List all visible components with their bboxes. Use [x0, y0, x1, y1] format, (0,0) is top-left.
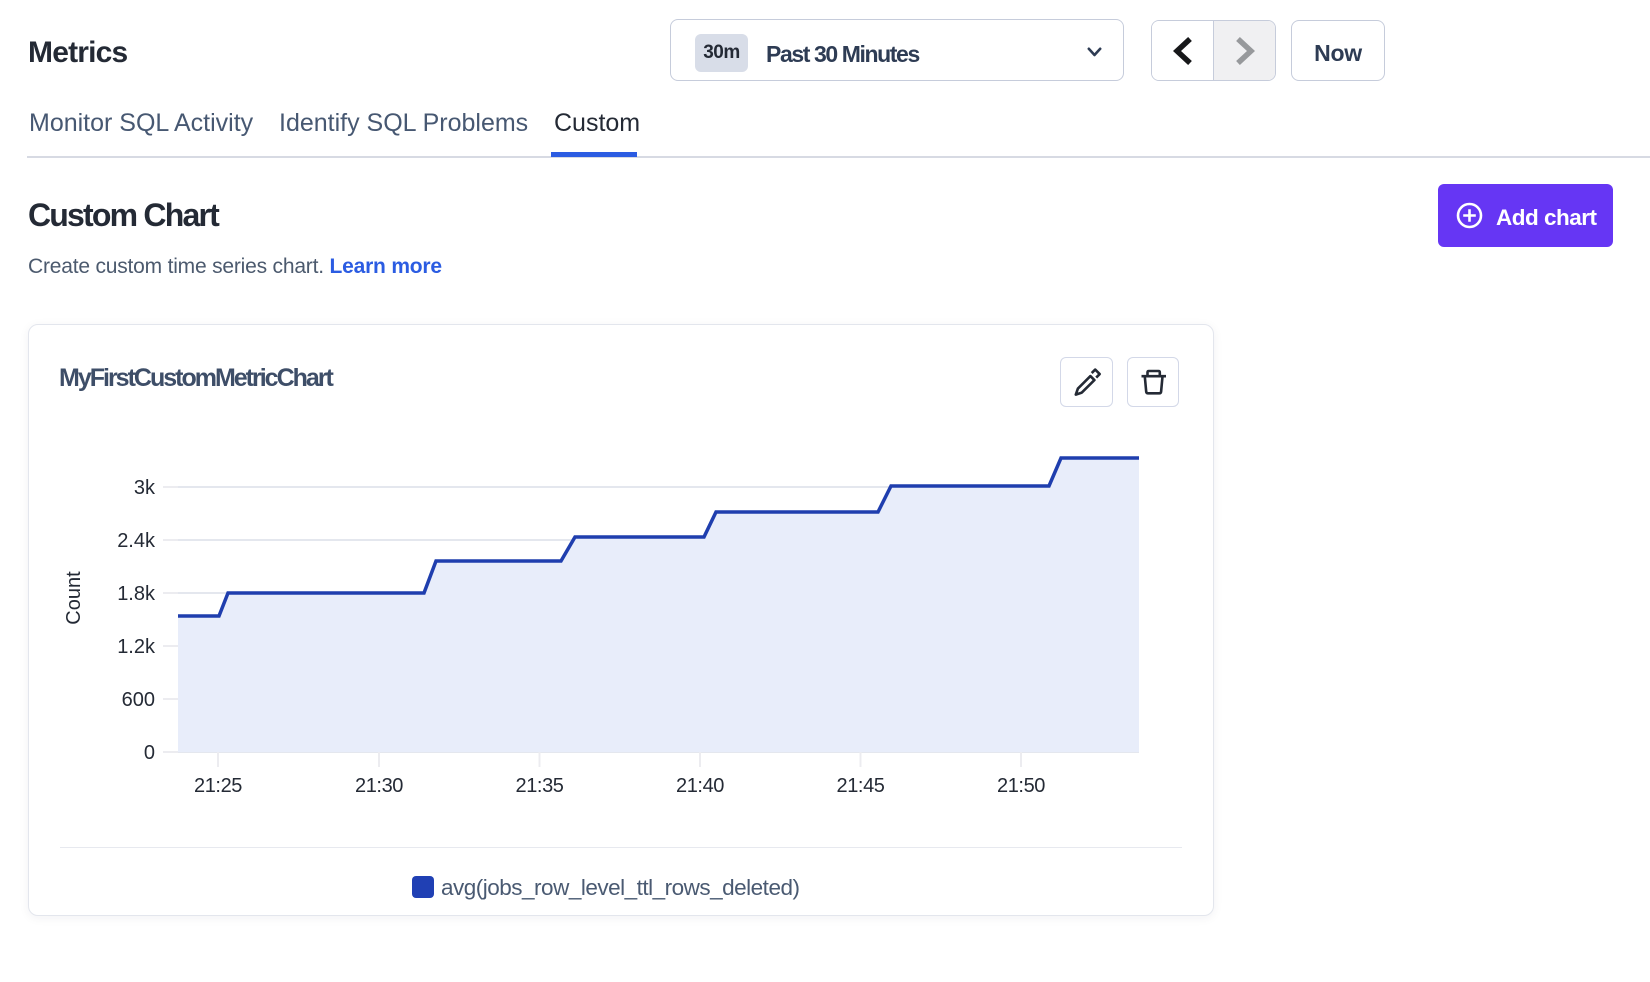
svg-text:1.8k: 1.8k: [117, 583, 156, 605]
svg-text:21:35: 21:35: [515, 775, 563, 797]
svg-text:21:40: 21:40: [676, 775, 724, 797]
svg-text:21:45: 21:45: [836, 775, 884, 797]
svg-text:0: 0: [144, 742, 155, 764]
svg-text:600: 600: [122, 689, 155, 711]
svg-text:3k: 3k: [134, 477, 156, 499]
svg-text:21:50: 21:50: [997, 775, 1045, 797]
svg-text:2.4k: 2.4k: [117, 530, 156, 552]
svg-text:1.2k: 1.2k: [117, 636, 156, 658]
svg-text:21:25: 21:25: [194, 775, 242, 797]
svg-text:Count: Count: [63, 571, 85, 625]
svg-text:21:30: 21:30: [355, 775, 403, 797]
